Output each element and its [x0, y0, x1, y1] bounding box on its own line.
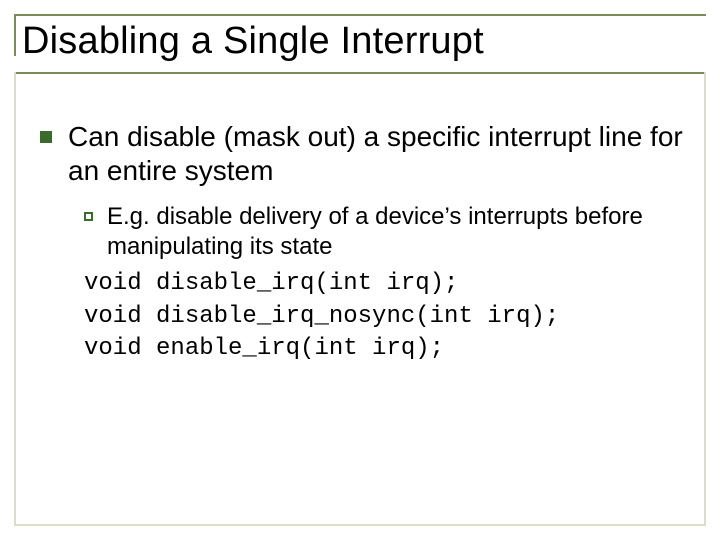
- frame-bottom: [14, 524, 706, 526]
- slide-title: Disabling a Single Interrupt: [22, 20, 484, 63]
- code-block: void disable_irq(int irq); void disable_…: [84, 268, 690, 365]
- bullet-text: Can disable (mask out) a specific interr…: [68, 120, 690, 188]
- slide-body: Can disable (mask out) a specific interr…: [40, 120, 690, 365]
- title-rule-top: [14, 14, 706, 16]
- frame-left: [14, 72, 16, 526]
- hollow-square-bullet-icon: [84, 212, 93, 221]
- bullet-level1: Can disable (mask out) a specific interr…: [40, 120, 690, 188]
- square-bullet-icon: [40, 131, 52, 143]
- code-line: void disable_irq_nosync(int irq);: [84, 301, 690, 333]
- title-rule-under: [14, 72, 706, 74]
- code-line: void disable_irq(int irq);: [84, 268, 690, 300]
- title-rule-left: [14, 14, 16, 56]
- slide: Disabling a Single Interrupt Can disable…: [0, 0, 720, 540]
- frame-right: [704, 72, 706, 526]
- sub-block: E.g. disable delivery of a device’s inte…: [84, 202, 690, 262]
- sub-bullet-text: E.g. disable delivery of a device’s inte…: [107, 202, 690, 262]
- bullet-level2: E.g. disable delivery of a device’s inte…: [84, 202, 690, 262]
- code-line: void enable_irq(int irq);: [84, 333, 690, 365]
